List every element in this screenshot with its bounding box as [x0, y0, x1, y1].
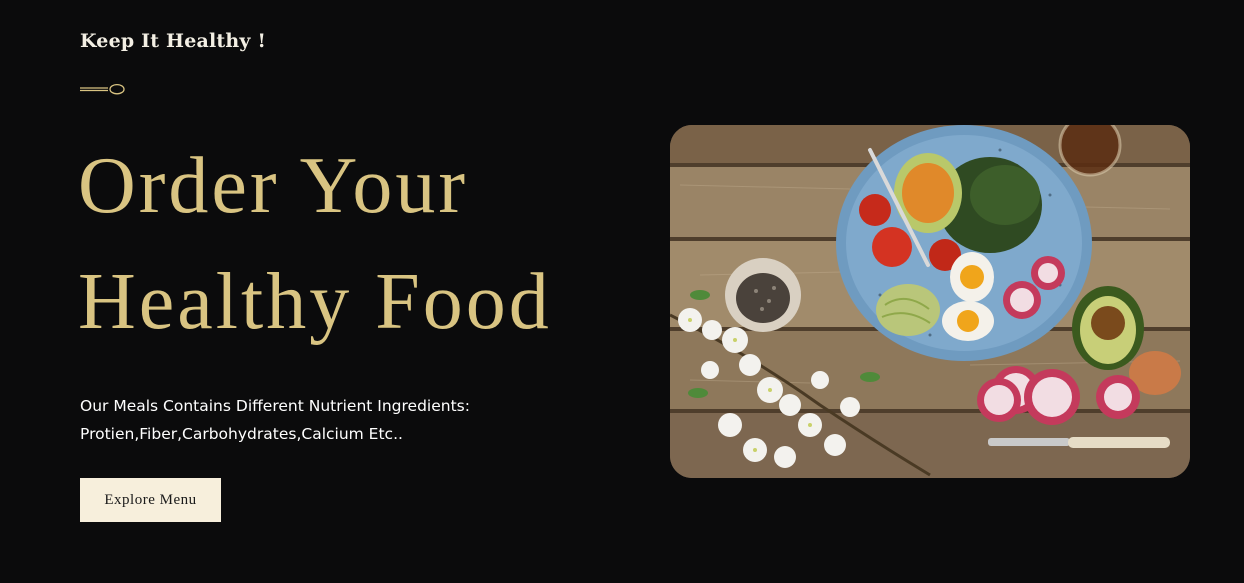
headline-line-2: Healthy Food [78, 258, 552, 346]
hero-section: Keep It Healthy ! Order Your Healthy Foo… [0, 0, 1244, 583]
hero-headline: Order Your Healthy Food [78, 128, 552, 360]
description-line-2: Protien,Fiber,Carbohydrates,Calcium Etc.… [80, 425, 403, 443]
hero-description: Our Meals Contains Different Nutrient In… [80, 392, 540, 448]
description-line-1: Our Meals Contains Different Nutrient In… [80, 397, 470, 415]
food-illustration [670, 125, 1190, 478]
healthy-food-photo [670, 125, 1190, 478]
spoon-icon [80, 83, 125, 95]
headline-line-1: Order Your [78, 142, 468, 230]
explore-menu-button[interactable]: Explore Menu [80, 478, 221, 522]
hero-tagline: Keep It Healthy ! [80, 30, 267, 52]
